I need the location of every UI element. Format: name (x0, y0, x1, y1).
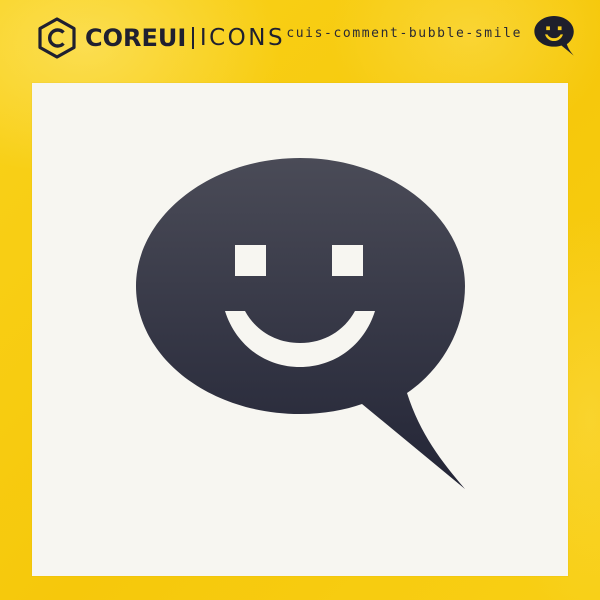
coreui-icons-logo: COREUI ICONS (36, 16, 285, 60)
brand-icons-text: ICONS (199, 24, 286, 51)
comment-bubble-smile-icon (136, 158, 465, 489)
brand-core-text: COREUI (85, 24, 187, 52)
brand-separator (192, 27, 194, 49)
icon-name-label: cuis-comment-bubble-smile (286, 26, 522, 41)
comment-bubble-smile-icon-small (534, 16, 574, 56)
coreui-logo-icon (38, 17, 76, 59)
